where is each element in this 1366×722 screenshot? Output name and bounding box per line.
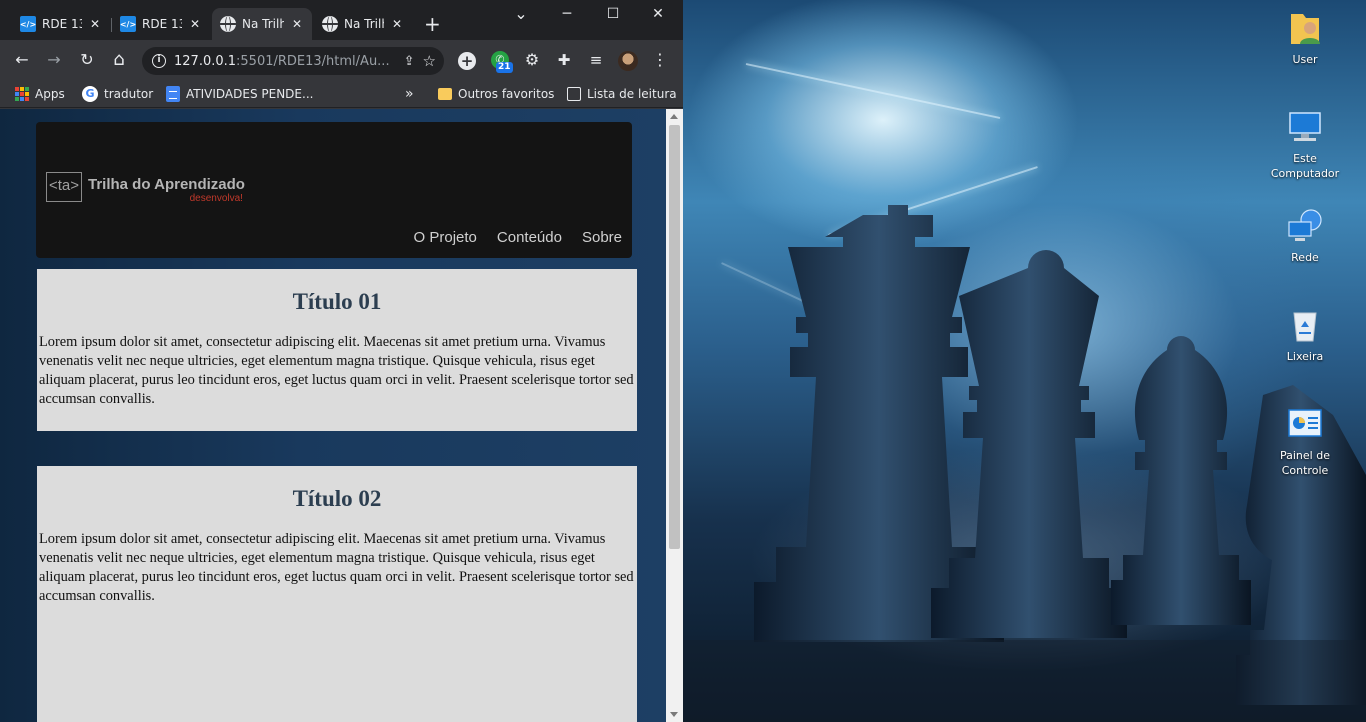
google-icon: G xyxy=(82,86,98,102)
forward-button[interactable]: → xyxy=(44,50,64,70)
tab-strip: </> RDE 13 ✕ </> RDE 13 ✕ Na Trilha ✕ Na… xyxy=(0,0,683,40)
globe-icon xyxy=(220,16,236,32)
desktop-icon-lixeira[interactable]: Lixeira xyxy=(1269,305,1341,364)
tab-na-trilha[interactable]: Na Trilha ✕ xyxy=(314,8,412,40)
extensions-puzzle-icon[interactable]: ✚ xyxy=(554,50,574,70)
queen-piece xyxy=(931,250,1127,638)
url-path: :5501/RDE13/html/Au... xyxy=(236,53,390,69)
article-title: Título 02 xyxy=(292,486,382,511)
maximize-button[interactable]: ☐ xyxy=(598,6,628,22)
logo-tagline: desenvolva! xyxy=(189,193,243,204)
article-title: Título 01 xyxy=(292,289,382,314)
site-logo[interactable]: <ta> Trilha do Aprendizado desenvolva! xyxy=(46,172,245,204)
nav-link-o-projeto[interactable]: O Projeto xyxy=(414,229,477,246)
computer-icon xyxy=(1289,112,1321,141)
control-panel-icon xyxy=(1288,409,1322,437)
home-button[interactable]: ⌂ xyxy=(109,50,129,70)
bookmark-label: tradutor xyxy=(104,87,154,101)
scroll-up-arrow-icon[interactable] xyxy=(670,114,678,119)
vertical-scrollbar[interactable] xyxy=(666,109,683,722)
recycle-bin-icon xyxy=(1293,312,1317,342)
gear-icon[interactable]: ⚙ xyxy=(522,50,542,70)
globe-icon xyxy=(322,16,338,32)
desktop-icon-painel-de-controle[interactable]: Painel de Controle xyxy=(1269,404,1341,478)
browser-window: </> RDE 13 ✕ </> RDE 13 ✕ Na Trilha ✕ Na… xyxy=(0,0,683,722)
article-body: Lorem ipsum dolor sit amet, consectetur … xyxy=(39,531,634,604)
close-icon[interactable]: ✕ xyxy=(88,17,102,31)
nav-link-conteudo[interactable]: Conteúdo xyxy=(497,229,562,246)
bookmark-apps[interactable]: Apps xyxy=(15,84,65,104)
bishop-piece xyxy=(1111,336,1251,625)
menu-icon[interactable]: ⋮ xyxy=(650,50,670,70)
close-icon[interactable]: ✕ xyxy=(290,17,304,31)
chess-pieces-illustration xyxy=(683,205,1366,722)
desktop-wallpaper: User Este Computador Rede Lixeira Painel… xyxy=(683,0,1366,722)
tab-na-trilha-active[interactable]: Na Trilha ✕ xyxy=(212,8,312,40)
reload-button[interactable]: ↻ xyxy=(77,50,97,70)
tab-rde13-1[interactable]: </> RDE 13 ✕ xyxy=(12,8,110,40)
bookmark-outros-favoritos[interactable]: Outros favoritos xyxy=(438,84,554,104)
scroll-down-arrow-icon[interactable] xyxy=(670,712,678,717)
profile-avatar[interactable] xyxy=(618,51,638,71)
minimize-button[interactable]: ─ xyxy=(552,6,582,22)
article-card: Título 01 Lorem ipsum dolor sit amet, co… xyxy=(37,269,637,431)
nav-link-sobre[interactable]: Sobre xyxy=(582,229,622,246)
bookmark-label: ATIVIDADES PENDE... xyxy=(186,87,314,101)
desktop-icon-label: Este Computador xyxy=(1270,152,1340,180)
close-icon[interactable]: ✕ xyxy=(390,17,404,31)
desktop-icon-label: Lixeira xyxy=(1286,350,1324,363)
desktop-icon-este-computador[interactable]: Este Computador xyxy=(1269,107,1341,181)
apps-grid-icon xyxy=(15,87,29,101)
new-tab-button[interactable]: + xyxy=(424,14,441,34)
logo-mark: <ta> xyxy=(46,172,82,202)
folder-icon xyxy=(438,88,452,100)
page-viewport: <ta> Trilha do Aprendizado desenvolva! O… xyxy=(0,109,666,722)
code-icon: </> xyxy=(120,16,136,32)
bookmark-label: Lista de leitura xyxy=(587,87,677,101)
bookmarks-bar: Apps G tradutor ATIVIDADES PENDE... » Ou… xyxy=(0,80,683,108)
scroll-thumb[interactable] xyxy=(669,125,680,549)
bookmark-atividades[interactable]: ATIVIDADES PENDE... xyxy=(166,84,313,104)
desktop-icon-user[interactable]: User xyxy=(1269,8,1341,67)
site-header: <ta> Trilha do Aprendizado desenvolva! O… xyxy=(36,122,632,258)
close-icon[interactable]: ✕ xyxy=(188,17,202,31)
user-folder-icon xyxy=(1291,14,1320,44)
tab-title: Na Trilha xyxy=(242,17,284,31)
tab-rde13-2[interactable]: </> RDE 13 ✕ xyxy=(112,8,210,40)
info-icon[interactable]: i xyxy=(152,54,166,68)
tab-title: RDE 13 xyxy=(142,17,182,31)
media-control-icon[interactable]: ≡ xyxy=(586,50,606,70)
desktop-icon-rede[interactable]: Rede xyxy=(1269,206,1341,265)
add-extension-icon[interactable]: + xyxy=(458,52,476,70)
desktop-icon-label: Painel de Controle xyxy=(1280,449,1330,477)
bookmark-label: Outros favoritos xyxy=(458,87,555,101)
tab-search-button[interactable]: ⌄ xyxy=(506,4,536,23)
back-button[interactable]: ← xyxy=(12,50,32,70)
share-icon[interactable]: ⇪ xyxy=(404,54,415,69)
article-body: Lorem ipsum dolor sit amet, consectetur … xyxy=(39,334,634,407)
desktop-icon-label: User xyxy=(1292,53,1318,66)
network-icon xyxy=(1288,209,1322,241)
doc-icon xyxy=(166,86,180,102)
bookmark-star-icon[interactable]: ☆ xyxy=(423,52,436,70)
reading-list-icon xyxy=(567,87,581,101)
bookmarks-overflow-button[interactable]: » xyxy=(405,84,414,104)
desktop-icon-label: Rede xyxy=(1291,251,1319,264)
close-window-button[interactable]: ✕ xyxy=(643,6,673,22)
code-icon: </> xyxy=(20,16,36,32)
extension-badge: 21 xyxy=(496,62,513,73)
address-bar[interactable]: i 127.0.0.1:5501/RDE13/html/Au... ⇪ ☆ xyxy=(142,47,444,75)
tab-title: RDE 13 xyxy=(42,17,82,31)
logo-title: Trilha do Aprendizado xyxy=(88,176,245,193)
article-card: Título 02 Lorem ipsum dolor sit amet, co… xyxy=(37,466,637,722)
bookmark-lista-de-leitura[interactable]: Lista de leitura xyxy=(567,84,677,104)
bookmark-tradutor[interactable]: G tradutor xyxy=(82,84,153,104)
bookmark-label: Apps xyxy=(35,87,65,101)
site-nav: O Projeto Conteúdo Sobre xyxy=(414,229,622,246)
url-host: 127.0.0.1 xyxy=(174,53,237,69)
tab-title: Na Trilha xyxy=(344,17,384,31)
